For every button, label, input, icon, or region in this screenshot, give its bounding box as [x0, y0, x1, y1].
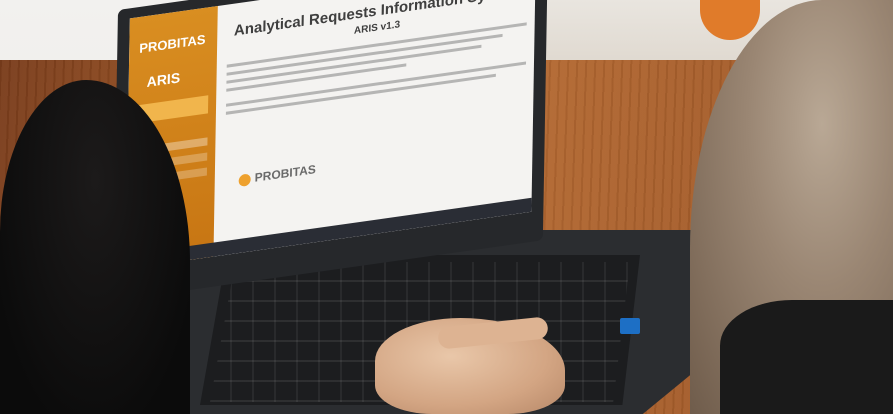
- sun-icon: [238, 173, 251, 187]
- photo: PROBITAS ARIS Analytical Requests Inform…: [0, 0, 893, 414]
- screen-content: Analytical Requests Information System A…: [225, 0, 528, 119]
- sidebar-app-name: ARIS: [146, 69, 181, 90]
- sidebar-brand: PROBITAS: [139, 31, 206, 57]
- person-right-shoulder: [720, 300, 893, 414]
- probitas-logo: PROBITAS: [238, 162, 316, 187]
- body-text: [225, 21, 527, 115]
- intel-sticker: [620, 318, 640, 334]
